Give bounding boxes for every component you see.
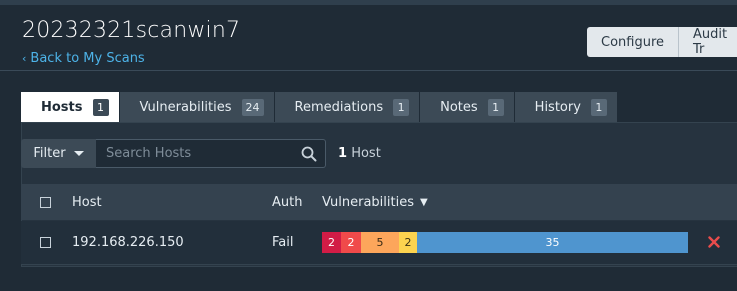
auth-status: Fail [272, 235, 294, 250]
configure-button[interactable]: Configure [587, 27, 680, 57]
critical-count: 2 [322, 232, 341, 253]
audit-trail-button[interactable]: Audit Tr [679, 27, 737, 57]
search-field [96, 139, 326, 168]
host-ip[interactable]: 192.168.226.150 [72, 235, 184, 250]
column-header-label: Vulnerabilities [322, 194, 414, 210]
tab-count-badge: 1 [590, 98, 607, 116]
search-input[interactable] [96, 140, 325, 167]
column-header-vulnerabilities[interactable]: Vulnerabilities ▼ [322, 195, 428, 210]
tab-count-badge: 1 [487, 98, 504, 116]
tab-vulnerabilities[interactable]: Vulnerabilities 24 [119, 92, 274, 122]
caret-down-icon [73, 151, 84, 156]
table-header: Host Auth Vulnerabilities ▼ [21, 184, 737, 220]
sort-down-icon: ▼ [419, 196, 428, 208]
tab-label: Vulnerabilities [139, 99, 232, 115]
host-count-number: 1 [338, 146, 348, 161]
chevron-left-icon: ‹ [22, 52, 27, 65]
low-count: 2 [399, 232, 417, 253]
column-header-host[interactable]: Host [72, 195, 102, 210]
high-count: 2 [341, 232, 361, 253]
tab-count-badge: 1 [393, 98, 410, 116]
filter-label: Filter [33, 146, 66, 161]
filter-dropdown-button[interactable]: Filter [21, 139, 96, 168]
scan-actions: Configure Audit Tr [587, 27, 737, 57]
medium-count: 5 [361, 232, 399, 253]
search-icon[interactable] [301, 146, 317, 162]
back-to-scans-link[interactable]: ‹ Back to My Scans [22, 51, 145, 66]
info-count: 35 [417, 232, 688, 253]
vulnerability-severity-bar[interactable]: 2 2 5 2 35 [322, 232, 688, 253]
tab-hosts[interactable]: Hosts 1 [21, 92, 119, 122]
tab-count-badge: 24 [241, 98, 264, 116]
page-title: 20232321scanwin7 [22, 18, 241, 43]
tab-label: History [534, 99, 581, 115]
scan-tabs: Hosts 1 Vulnerabilities 24 Remediations … [21, 92, 618, 122]
tab-count-badge: 1 [92, 98, 109, 116]
column-header-auth[interactable]: Auth [272, 195, 302, 210]
select-all-checkbox[interactable] [40, 196, 51, 208]
filter-bar: Filter [21, 139, 326, 168]
table-row[interactable]: 192.168.226.150 Fail 2 2 5 2 35 [21, 221, 737, 265]
host-count: 1 Host [338, 146, 381, 161]
header-divider [0, 70, 737, 71]
tab-label: Hosts [41, 99, 83, 115]
host-count-unit: Host [351, 146, 381, 161]
top-strip [0, 0, 737, 5]
tab-remediations[interactable]: Remediations 1 [274, 92, 420, 122]
back-link-label: Back to My Scans [30, 51, 145, 66]
row-checkbox[interactable] [40, 237, 51, 248]
scan-page: 20232321scanwin7 ‹ Back to My Scans Confi… [0, 0, 737, 291]
tab-label: Notes [440, 99, 478, 115]
tab-history[interactable]: History 1 [514, 92, 617, 122]
tab-label: Remediations [294, 99, 384, 115]
close-icon[interactable] [708, 236, 720, 248]
tab-notes[interactable]: Notes 1 [420, 92, 514, 122]
